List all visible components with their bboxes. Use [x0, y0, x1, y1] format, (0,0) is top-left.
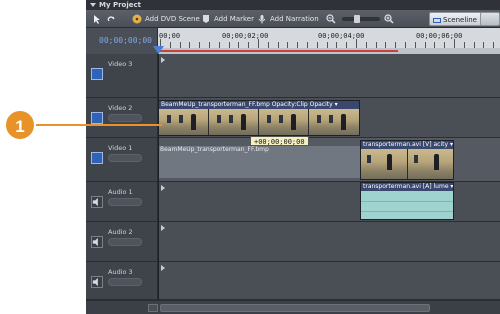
- selection-arrow-icon: [94, 15, 100, 24]
- expand-track-icon[interactable]: [161, 185, 165, 191]
- selection-tool-button[interactable]: [92, 13, 105, 25]
- callout-leader-line: [36, 124, 162, 126]
- add-narration-label: Add Narration: [270, 15, 319, 23]
- ruler-tick: [356, 39, 357, 48]
- clip-thumbnail: [408, 149, 453, 179]
- track-controls[interactable]: [108, 114, 142, 122]
- track-header-audio1[interactable]: Audio 1: [86, 182, 158, 222]
- tab-timeline[interactable]: [480, 12, 500, 26]
- audio-waveform-line: [361, 211, 453, 212]
- dvd-scene-icon: [132, 14, 142, 24]
- track-controls[interactable]: [108, 198, 142, 206]
- tab-sceneline[interactable]: Sceneline: [429, 12, 482, 26]
- scroll-thumb[interactable]: [160, 304, 430, 312]
- clip-beammeup-v1-ghost[interactable]: BeamMeUp_transporterman_FF.bmp: [158, 146, 360, 178]
- collapse-triangle-icon[interactable]: [90, 3, 96, 7]
- clip-title: transporterman.avi [V] acity ▾: [361, 141, 453, 149]
- ruler-label: 00;00: [159, 32, 181, 40]
- tab-sceneline-label: Sceneline: [443, 16, 477, 24]
- zoom-out-icon: [326, 14, 336, 24]
- playhead-line[interactable]: [158, 54, 159, 300]
- track-controls[interactable]: [108, 154, 142, 162]
- track-header-video2[interactable]: Video 2: [86, 98, 158, 138]
- zoom-slider-thumb[interactable]: [354, 15, 360, 23]
- horizontal-scrollbar[interactable]: [86, 300, 500, 314]
- hand-tool-button[interactable]: [106, 13, 119, 25]
- hand-tool-icon: [107, 16, 115, 22]
- clip-thumbnail: [159, 109, 209, 135]
- expand-track-icon[interactable]: [161, 57, 165, 63]
- video-track-icon[interactable]: [91, 112, 103, 124]
- track-name: Audio 3: [108, 268, 133, 276]
- audio-waveform-line: [361, 201, 453, 202]
- expand-track-icon[interactable]: [161, 225, 165, 231]
- ruler-tick: [258, 39, 259, 48]
- speaker-icon: [92, 197, 98, 207]
- zoom-out-button[interactable]: [326, 13, 339, 25]
- clip-thumbnail: [259, 109, 309, 135]
- panel-title-bar[interactable]: My Project: [86, 0, 500, 10]
- track-name: Audio 1: [108, 188, 133, 196]
- audio-track-icon[interactable]: [91, 276, 103, 288]
- track-controls[interactable]: [108, 278, 142, 286]
- clip-title: BeamMeUp_transporterman_FF.bmp Opacity:C…: [159, 101, 359, 109]
- audio-track-icon[interactable]: [91, 236, 103, 248]
- add-dvd-scene-button[interactable]: Add DVD Scene: [132, 13, 200, 25]
- clip-transporterman-video[interactable]: transporterman.avi [V] acity ▾: [360, 140, 454, 180]
- speaker-icon: [92, 277, 98, 287]
- current-timecode[interactable]: 00;00;00;00: [99, 36, 152, 45]
- sceneline-icon: [433, 17, 441, 23]
- narration-icon: [258, 15, 266, 24]
- track-header-audio2[interactable]: Audio 2: [86, 222, 158, 262]
- video-track-icon[interactable]: [91, 152, 103, 164]
- add-dvd-scene-label: Add DVD Scene: [145, 15, 200, 23]
- track-video3[interactable]: [158, 54, 500, 98]
- add-narration-button[interactable]: Add Narration: [257, 13, 319, 25]
- timeline-toolbar: Add DVD Scene Add Marker Add Narration S…: [86, 10, 500, 28]
- track-audio2[interactable]: [158, 222, 500, 262]
- clip-title: transporterman.avi [A] lume ▾: [361, 183, 453, 191]
- ruler-label: 00;00;06;00: [416, 32, 463, 40]
- speaker-icon: [92, 237, 98, 247]
- render-bar: [158, 50, 398, 52]
- callout-badge: 1: [4, 109, 36, 141]
- timecode-display-area: 00;00;00;00: [86, 28, 158, 54]
- track-video2[interactable]: BeamMeUp_transporterman_FF.bmp Opacity:C…: [158, 98, 500, 138]
- zoom-in-icon: [384, 14, 394, 24]
- track-name: Audio 2: [108, 228, 133, 236]
- clip-thumbnail: [361, 149, 408, 179]
- ruler-label: 00;00;02;00: [222, 32, 269, 40]
- track-audio3[interactable]: [158, 262, 500, 300]
- ruler-label: 00;00;04;00: [318, 32, 365, 40]
- clip-thumbnail: [309, 109, 359, 135]
- add-marker-label: Add Marker: [214, 15, 254, 23]
- zoom-slider[interactable]: [342, 15, 380, 23]
- panel-title: My Project: [99, 1, 141, 9]
- marker-icon: [203, 15, 209, 23]
- track-header-video1[interactable]: Video 1: [86, 138, 158, 182]
- clip-title: BeamMeUp_transporterman_FF.bmp: [160, 146, 269, 153]
- timeline-panel: My Project Add DVD Scene Add Marker Add …: [86, 0, 500, 314]
- scroll-left-button[interactable]: [148, 304, 158, 312]
- timecode-tooltip: +00;00;00;00: [250, 136, 309, 146]
- ruler-tick: [454, 39, 455, 48]
- video-track-icon[interactable]: [91, 68, 103, 80]
- expand-track-icon[interactable]: [161, 265, 165, 271]
- track-name: Video 1: [108, 144, 133, 152]
- track-header-audio3[interactable]: Audio 3: [86, 262, 158, 300]
- add-marker-button[interactable]: Add Marker: [201, 13, 254, 25]
- track-name: Video 3: [108, 60, 133, 68]
- track-controls[interactable]: [108, 238, 142, 246]
- track-name: Video 2: [108, 104, 133, 112]
- clip-beammeup-v2[interactable]: BeamMeUp_transporterman_FF.bmp Opacity:C…: [158, 100, 360, 136]
- zoom-in-button[interactable]: [384, 13, 397, 25]
- audio-track-icon[interactable]: [91, 196, 103, 208]
- clip-thumbnail: [209, 109, 259, 135]
- clip-transporterman-audio[interactable]: transporterman.avi [A] lume ▾: [360, 182, 454, 220]
- time-ruler[interactable]: 00;00 00;00;02;00 00;00;04;00 00;00;06;0…: [158, 28, 500, 54]
- track-header-video3[interactable]: Video 3: [86, 54, 158, 98]
